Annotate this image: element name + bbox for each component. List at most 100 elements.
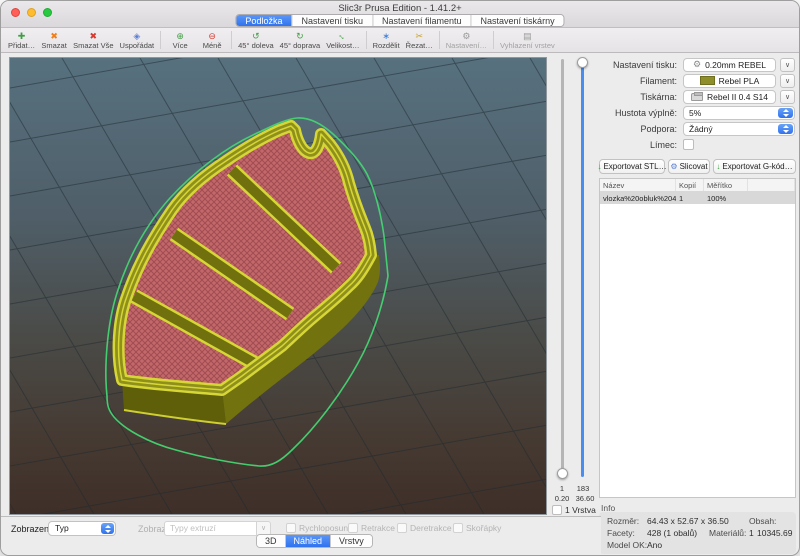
column-name[interactable]: Název bbox=[600, 179, 676, 191]
toolbar-separator bbox=[160, 31, 161, 49]
column-scale[interactable]: Měřítko bbox=[704, 179, 748, 191]
object-table-header: Název Kopií Měřítko bbox=[600, 179, 795, 192]
view-mode-label: Zobrazení bbox=[11, 524, 52, 534]
tab-podlozka[interactable]: Podložka bbox=[236, 15, 291, 26]
model-ok-value: Ano bbox=[647, 540, 662, 550]
slice-icon: ⚙ bbox=[670, 162, 677, 171]
delete-all-button[interactable]: ✖ Smazat Vše bbox=[73, 31, 113, 50]
split-button[interactable]: ∗ Rozdělit bbox=[373, 31, 400, 50]
delete-button[interactable]: ✖ Smazat bbox=[41, 31, 67, 50]
slice-button[interactable]: ⚙ Slicovat bbox=[668, 159, 710, 174]
print-settings-dropdown-icon[interactable]: ∨ bbox=[780, 58, 795, 72]
more-copies-button[interactable]: ⊕ Více bbox=[167, 31, 193, 50]
extrusion-type-combo[interactable]: Typy extruzí bbox=[164, 521, 257, 536]
extrusion-type-placeholder: Typy extruzí bbox=[170, 523, 216, 533]
filament-combo[interactable]: Rebel PLA bbox=[683, 74, 776, 88]
shells-checkbox[interactable]: Skořápky bbox=[453, 523, 501, 533]
mode-3d-button[interactable]: 3D bbox=[257, 535, 285, 547]
top-layer-number: 183 bbox=[573, 484, 593, 493]
rotate-left-button[interactable]: ↺ 45° doleva bbox=[238, 31, 274, 50]
main-tab-bar: Podložka Nastavení tisku Nastavení filam… bbox=[235, 14, 564, 27]
object-copies-cell: 1 bbox=[676, 192, 704, 204]
size-value: 64.43 x 52.67 x 36.50 bbox=[647, 516, 729, 526]
layer-smoothing-button[interactable]: ▤ Vyhlazení vrstev bbox=[500, 31, 555, 50]
export-gcode-button[interactable]: ↓ Exportovat G-kód… bbox=[713, 159, 796, 174]
support-select[interactable]: Žádný bbox=[683, 122, 795, 136]
object-table-row[interactable]: vlozka%20obluk%204.stl 1 100% bbox=[600, 192, 795, 204]
travel-checkbox-box[interactable] bbox=[286, 523, 296, 533]
cut-button[interactable]: ✂ Řezat… bbox=[406, 31, 433, 50]
shells-checkbox-box[interactable] bbox=[453, 523, 463, 533]
single-layer-checkbox[interactable]: 1 Vrstva bbox=[552, 505, 596, 515]
top-layer-knob[interactable] bbox=[577, 57, 588, 68]
filament-label: Filament: bbox=[599, 76, 681, 86]
tab-nastaveni-tiskarny[interactable]: Nastavení tiskárny bbox=[471, 15, 564, 26]
bottom-layer-knob[interactable] bbox=[557, 468, 568, 479]
toolbar-separator bbox=[439, 31, 440, 49]
print-settings-combo[interactable]: ⚙ 0.20mm REBEL bbox=[683, 58, 776, 72]
arrange-icon: ◈ bbox=[133, 31, 140, 41]
facets-label: Facety: bbox=[607, 528, 635, 538]
fewer-copies-button[interactable]: ⊖ Méně bbox=[199, 31, 225, 50]
object-name-cell: vlozka%20obluk%204.stl bbox=[600, 192, 676, 204]
cut-icon: ✂ bbox=[415, 31, 423, 41]
export-stl-icon: ↓ bbox=[597, 162, 601, 171]
deretraction-checkbox[interactable]: Deretrakce bbox=[397, 523, 452, 533]
title-bar: Slic3r Prusa Edition - 1.41.2+ Podložka … bbox=[1, 1, 799, 28]
brim-label: Límec: bbox=[599, 140, 681, 150]
add-button[interactable]: ✚ Přidat… bbox=[8, 31, 35, 50]
view-mode-switcher: 3D Náhled Vrstvy bbox=[256, 534, 373, 548]
tab-nastaveni-tisku[interactable]: Nastavení tisku bbox=[291, 15, 372, 26]
travel-checkbox[interactable]: Rychloposun bbox=[286, 523, 348, 533]
tab-nastaveni-filamentu[interactable]: Nastavení filamentu bbox=[372, 15, 471, 26]
filament-dropdown-icon[interactable]: ∨ bbox=[780, 74, 795, 88]
materials-label: Materiálů: bbox=[709, 528, 746, 538]
scale-button[interactable]: ↔ Velikost… bbox=[326, 31, 359, 50]
bottom-layer-number: 1 bbox=[556, 484, 568, 493]
object-scale-cell: 100% bbox=[704, 192, 748, 204]
materials-value: 1 bbox=[749, 528, 754, 538]
brim-checkbox[interactable] bbox=[683, 139, 694, 150]
retraction-checkbox-box[interactable] bbox=[348, 523, 358, 533]
single-layer-checkbox-box[interactable] bbox=[552, 505, 562, 515]
app-window: Slic3r Prusa Edition - 1.41.2+ Podložka … bbox=[0, 0, 800, 556]
layer-smoothing-icon: ▤ bbox=[523, 31, 532, 41]
toolbar-separator bbox=[231, 31, 232, 49]
support-label: Podpora: bbox=[599, 124, 681, 134]
model-ok-label: Model OK: bbox=[607, 540, 647, 550]
object-list-table: Název Kopií Měřítko vlozka%20obluk%204.s… bbox=[599, 178, 796, 498]
mode-layers-button[interactable]: Vrstvy bbox=[330, 535, 372, 547]
object-toolbar: ✚ Přidat… ✖ Smazat ✖ Smazat Vše ◈ Uspořá… bbox=[1, 28, 799, 53]
volume-value: 10345.69 bbox=[757, 528, 792, 538]
export-gcode-icon: ↓ bbox=[716, 162, 720, 171]
export-stl-button[interactable]: ↓ Exportovat STL… bbox=[599, 159, 665, 174]
delete-all-icon: ✖ bbox=[90, 31, 98, 41]
toolbar-separator bbox=[366, 31, 367, 49]
filament-color-swatch bbox=[700, 76, 715, 85]
printer-combo[interactable]: Rebel II 0.4 S14 bbox=[683, 90, 776, 104]
3d-viewport[interactable] bbox=[9, 57, 547, 515]
rotate-left-icon: ↺ bbox=[252, 31, 260, 41]
deretraction-checkbox-box[interactable] bbox=[397, 523, 407, 533]
more-copies-icon: ⊕ bbox=[176, 31, 184, 41]
rotate-right-icon: ↻ bbox=[296, 31, 304, 41]
rotate-right-button[interactable]: ↻ 45° doprava bbox=[280, 31, 321, 50]
top-layer-slider[interactable] bbox=[581, 59, 584, 477]
infill-density-select[interactable]: 5% bbox=[683, 106, 795, 120]
split-icon: ∗ bbox=[382, 31, 390, 41]
view-type-popup[interactable]: Typ bbox=[48, 521, 116, 536]
printer-dropdown-icon[interactable]: ∨ bbox=[780, 90, 795, 104]
delete-object-icon: ✖ bbox=[50, 31, 58, 41]
print-settings-gear-icon: ⚙ bbox=[693, 59, 701, 70]
arrange-button[interactable]: ◈ Uspořádat bbox=[120, 31, 155, 50]
object-settings-button[interactable]: ⚙ Nastavení… bbox=[446, 31, 487, 50]
bottom-layer-slider[interactable] bbox=[561, 59, 564, 477]
window-title: Slic3r Prusa Edition - 1.41.2+ bbox=[1, 3, 799, 14]
bottom-layer-height: 0.20 bbox=[551, 494, 573, 503]
model-info-box: Rozměr: 64.43 x 52.67 x 36.50 Obsah: 103… bbox=[599, 512, 796, 554]
column-copies[interactable]: Kopií bbox=[676, 179, 704, 191]
infill-density-label: Hustota výplně: bbox=[599, 108, 681, 118]
object-settings-gear-icon: ⚙ bbox=[462, 31, 470, 41]
mode-preview-button[interactable]: Náhled bbox=[285, 535, 331, 547]
retraction-checkbox[interactable]: Retrakce bbox=[348, 523, 395, 533]
